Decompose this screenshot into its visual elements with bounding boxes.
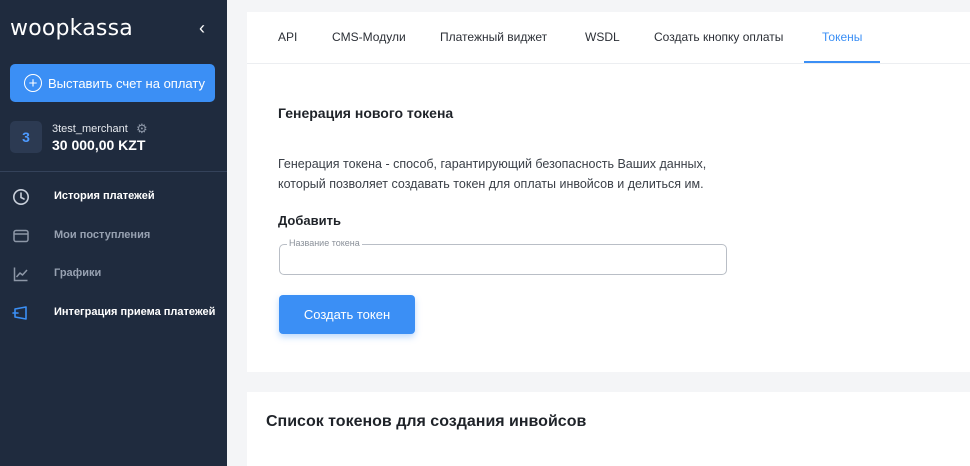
token-generation-panel: API CMS-Модули Платежный виджет WSDL Соз… — [247, 12, 970, 372]
merchant-balance: 30 000,00 KZT — [52, 137, 146, 153]
tab-wsdl[interactable]: WSDL — [585, 30, 620, 44]
merchant-name: 3test_merchant — [52, 123, 128, 135]
token-name-legend: Название токена — [287, 238, 362, 248]
create-invoice-label: Выставить счет на оплату — [48, 75, 205, 91]
tab-payment-widget[interactable]: Платежный виджет — [440, 30, 547, 44]
token-name-field: Название токена — [279, 238, 727, 275]
gear-icon[interactable]: ⚙ — [136, 121, 148, 137]
tokens-list-panel: Список токенов для создания инвойсов — [247, 392, 970, 466]
avatar: 3 — [10, 121, 42, 153]
sidebar-item-charts[interactable]: Графики — [0, 259, 227, 289]
sidebar-item-label: Интеграция приема платежей — [54, 306, 216, 318]
collapse-sidebar-icon[interactable]: ‹ — [194, 18, 210, 38]
wallet-icon — [13, 229, 29, 243]
tab-create-pay-button[interactable]: Создать кнопку оплаты — [654, 30, 783, 44]
clock-icon — [13, 189, 29, 205]
sidebar-item-payment-integration[interactable]: Интеграция приема платежей — [0, 298, 227, 328]
sidebar-item-label: Мои поступления — [54, 229, 151, 241]
description-line: Генерация токена - способ, гарантирующий… — [278, 157, 707, 171]
integration-tabs: API CMS-Модули Платежный виджет WSDL Соз… — [247, 12, 970, 64]
sidebar-divider — [0, 171, 227, 172]
token-name-input[interactable] — [288, 251, 718, 269]
active-tab-indicator — [804, 61, 880, 63]
sidebar-item-label: Графики — [54, 267, 102, 279]
add-label: Добавить — [278, 213, 341, 228]
tokens-list-title: Список токенов для создания инвойсов — [266, 413, 587, 430]
sidebar-item-my-receipts[interactable]: Мои поступления — [0, 221, 227, 251]
merchant-card: 3 3test_merchant ⚙ 30 000,00 KZT — [10, 121, 220, 155]
chart-icon — [13, 267, 28, 282]
section-title: Генерация нового токена — [278, 105, 454, 121]
create-invoice-button[interactable]: + Выставить счет на оплату — [10, 64, 215, 102]
sidebar-item-label: История платежей — [54, 190, 155, 202]
tab-tokens[interactable]: Токены — [822, 30, 862, 44]
sidebar: woopkassa ‹ + Выставить счет на оплату 3… — [0, 0, 227, 466]
integration-icon — [12, 306, 27, 320]
plus-circle-icon: + — [24, 74, 42, 92]
section-description: Генерация токена - способ, гарантирующий… — [278, 154, 748, 194]
create-token-button[interactable]: Создать токен — [279, 295, 415, 334]
tab-api[interactable]: API — [278, 30, 297, 44]
sidebar-item-payment-history[interactable]: История платежей — [0, 182, 227, 212]
logo: woopkassa — [10, 16, 133, 41]
description-line: который позволяет создавать токен для оп… — [278, 177, 704, 191]
tab-cms-modules[interactable]: CMS-Модули — [332, 30, 406, 44]
